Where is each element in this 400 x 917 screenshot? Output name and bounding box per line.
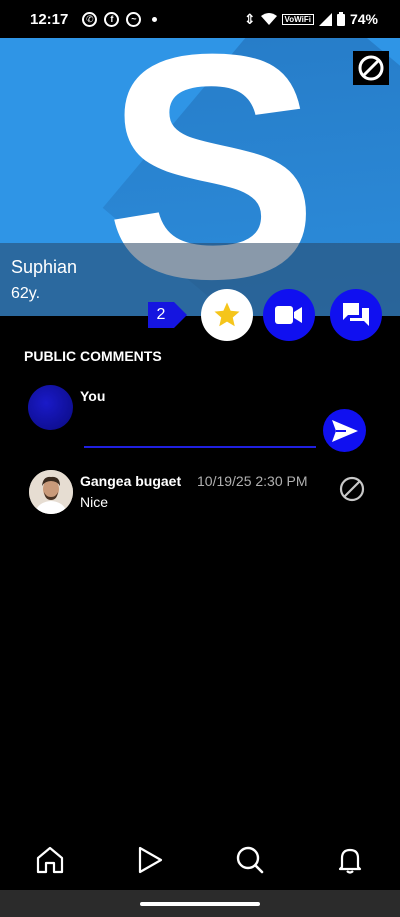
- send-comment-button[interactable]: [323, 409, 366, 452]
- profile-hero: S Suphian 62y.: [0, 38, 400, 316]
- comment-author: Gangea bugaet: [80, 473, 182, 489]
- comment-input[interactable]: [84, 418, 316, 448]
- video-camera-icon: [275, 306, 302, 324]
- home-gesture-handle[interactable]: [140, 902, 260, 906]
- vowifi-label: VoWiFi: [281, 13, 314, 25]
- nav-notifications[interactable]: [300, 835, 400, 885]
- block-commenter-button[interactable]: [338, 475, 366, 503]
- nav-home[interactable]: [0, 835, 100, 885]
- video-call-button[interactable]: [263, 289, 315, 341]
- block-icon: [339, 476, 365, 502]
- star-icon: [214, 302, 240, 327]
- favorite-button[interactable]: [201, 289, 253, 341]
- comment-text: Nice: [80, 494, 109, 510]
- home-icon: [36, 846, 64, 874]
- commenter-avatar[interactable]: [29, 470, 73, 514]
- block-user-button[interactable]: [353, 51, 389, 85]
- badge-arrow: [174, 302, 187, 328]
- avatar-photo: [29, 470, 73, 514]
- wifi-icon: [260, 13, 277, 25]
- comment-timestamp: 10/19/25 2:30 PM: [197, 473, 308, 489]
- signal-icon: [318, 12, 332, 26]
- status-time: 12:17: [30, 10, 69, 28]
- status-right: ⇕ VoWiFi 74%: [244, 11, 378, 28]
- more-notifications-dot-icon: [152, 16, 158, 22]
- block-icon: [358, 55, 384, 81]
- system-gesture-bar: [0, 890, 400, 917]
- battery-icon: [336, 12, 345, 26]
- facebook-icon: f: [104, 11, 120, 27]
- whatsapp-icon: ✆: [82, 11, 98, 27]
- my-name-label: You: [80, 388, 106, 404]
- chat-button[interactable]: [330, 289, 382, 341]
- chat-bubbles-icon: [343, 303, 369, 326]
- rating-count-badge: 2: [148, 302, 174, 328]
- battery-percent: 74%: [349, 11, 378, 27]
- profile-age: 62y.: [11, 285, 41, 302]
- messenger-icon: ~: [126, 11, 142, 27]
- nav-search[interactable]: [200, 835, 300, 885]
- search-icon: [236, 846, 264, 874]
- vibrate-icon: ⇕: [243, 10, 256, 27]
- bell-icon: [338, 848, 362, 874]
- nav-play[interactable]: [100, 835, 200, 885]
- status-left: 12:17 ✆ f ~: [30, 10, 158, 28]
- profile-name: Suphian: [11, 257, 78, 277]
- send-icon: [331, 419, 358, 442]
- play-icon: [138, 846, 163, 874]
- notification-icons: ✆ f ~: [82, 11, 158, 27]
- my-avatar: [28, 385, 73, 430]
- status-bar: 12:17 ✆ f ~ ⇕ VoWiFi 74%: [0, 0, 400, 38]
- bottom-navigation: [0, 835, 400, 885]
- comments-section-title: PUBLIC COMMENTS: [24, 348, 162, 364]
